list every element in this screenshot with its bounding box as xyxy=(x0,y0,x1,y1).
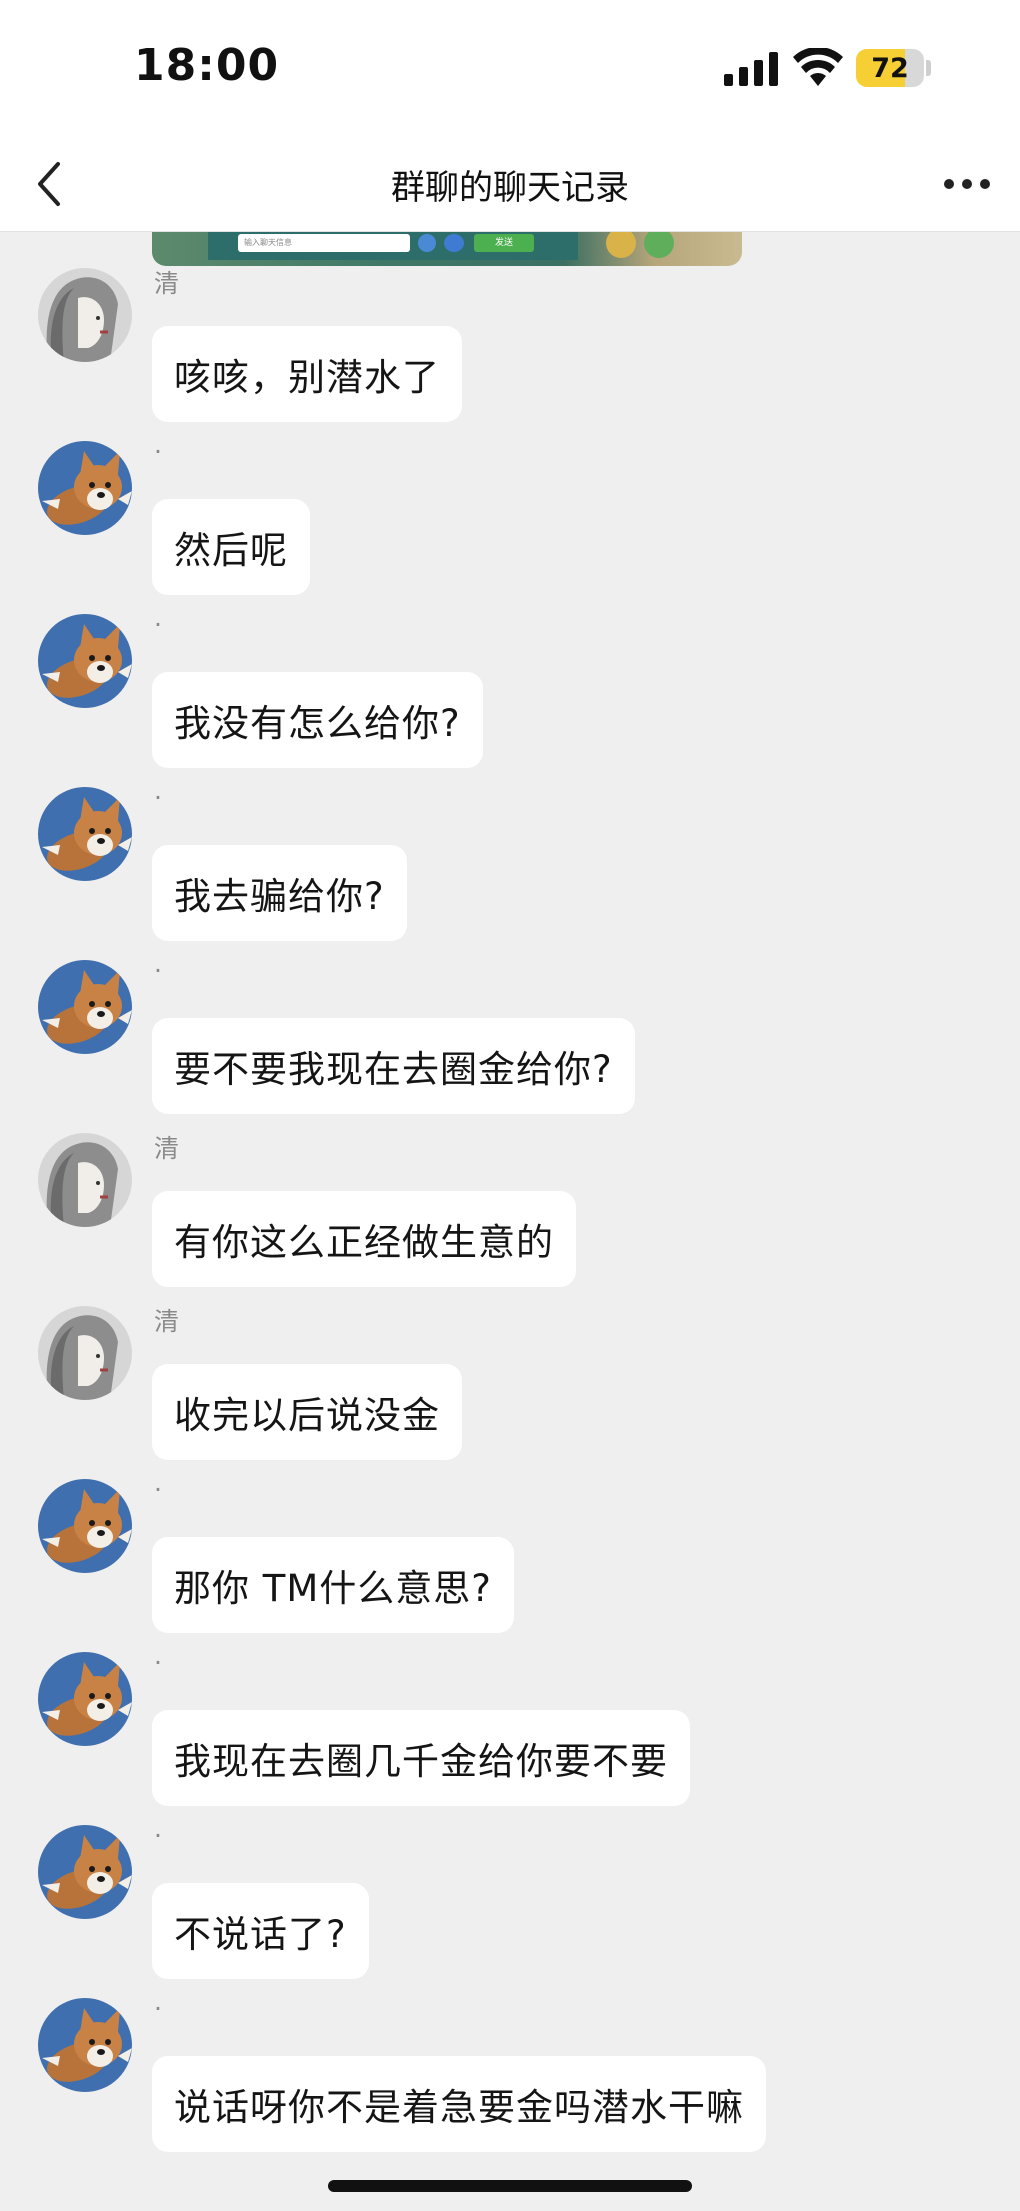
sender-name: 清 xyxy=(154,269,180,298)
message-row: · 然后呢 xyxy=(0,385,1020,595)
avatar-girl-sketch[interactable] xyxy=(38,268,132,362)
avatar-corgi[interactable] xyxy=(38,1825,132,1919)
sender-name: 清 xyxy=(154,1134,180,1163)
message-row: · 我现在去圈几千金给你要不要 xyxy=(0,1596,1020,1806)
message-row: 清有你这么正经做生意的 xyxy=(0,1077,1020,1287)
signal-icon xyxy=(724,52,778,86)
avatar-corgi[interactable] xyxy=(38,441,132,535)
status-time: 18:00 xyxy=(134,40,280,91)
message-row: · 我没有怎么给你? xyxy=(0,558,1020,768)
sender-name: · xyxy=(154,1994,162,2023)
battery-cap xyxy=(926,60,931,76)
message-row: · 说话呀你不是着急要金吗潜水干嘛 xyxy=(0,1942,1020,2152)
avatar-girl-sketch[interactable] xyxy=(38,1133,132,1227)
avatar-corgi[interactable] xyxy=(38,614,132,708)
avatar-corgi[interactable] xyxy=(38,1479,132,1573)
message-row: · 我去骗给你? xyxy=(0,731,1020,941)
sender-name: · xyxy=(154,1475,162,1504)
message-bubble[interactable]: 说话呀你不是着急要金吗潜水干嘛 xyxy=(152,2056,766,2152)
nav-bar: 群聊的聊天记录 xyxy=(0,136,1020,232)
message-row: 清收完以后说没金 xyxy=(0,1250,1020,1460)
sender-name: · xyxy=(154,610,162,639)
message-row: 清咳咳，别潜水了 xyxy=(0,232,1020,422)
avatar-corgi[interactable] xyxy=(38,960,132,1054)
more-options-icon[interactable] xyxy=(942,174,992,194)
sender-name: · xyxy=(154,1648,162,1677)
sender-name: · xyxy=(154,783,162,812)
avatar-corgi[interactable] xyxy=(38,1652,132,1746)
sender-name: · xyxy=(154,437,162,466)
message-row: · 要不要我现在去圈金给你? xyxy=(0,904,1020,1114)
avatar-corgi[interactable] xyxy=(38,1998,132,2092)
sender-name: 清 xyxy=(154,1307,180,1336)
message-row: · 那你 TM什么意思? xyxy=(0,1423,1020,1633)
page-title: 群聊的聊天记录 xyxy=(391,167,629,208)
sender-name: · xyxy=(154,956,162,985)
status-bar: 18:00 72 xyxy=(0,0,1020,136)
battery-percent: 72 xyxy=(871,52,909,84)
back-chevron-icon[interactable] xyxy=(32,156,68,212)
chat-history[interactable]: 输入聊天信息 发送 清咳咳，别潜水了 · 然后呢 · 我没有怎么给你? · 我去骗给你? · 要… xyxy=(0,232,1020,2211)
wifi-icon xyxy=(793,48,843,86)
avatar-girl-sketch[interactable] xyxy=(38,1306,132,1400)
sender-name: · xyxy=(154,1821,162,1850)
home-indicator xyxy=(328,2180,692,2192)
message-row: · 不说话了? xyxy=(0,1769,1020,1979)
battery-indicator: 72 xyxy=(856,49,924,87)
avatar-corgi[interactable] xyxy=(38,787,132,881)
